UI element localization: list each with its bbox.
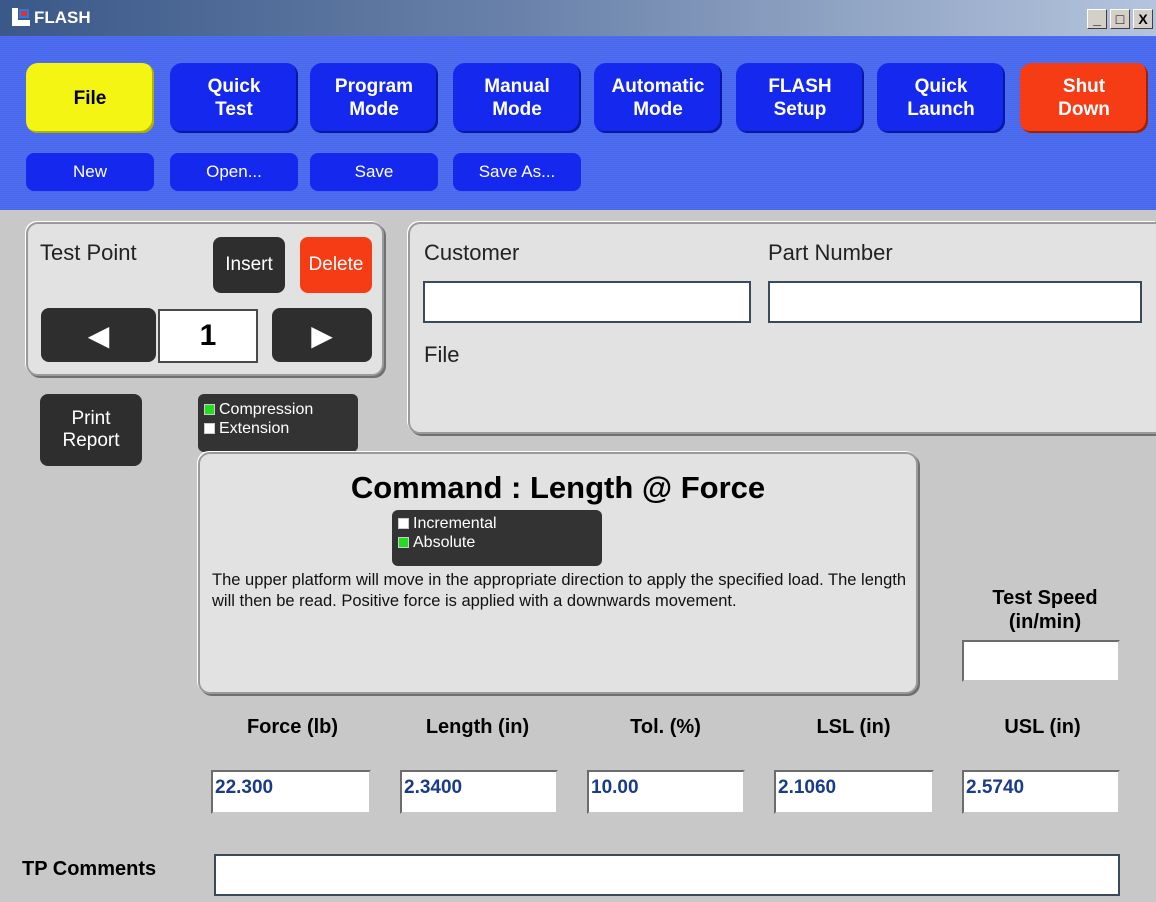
- new-button[interactable]: New: [26, 153, 154, 191]
- length-field[interactable]: 2.3400: [400, 770, 558, 814]
- compression-option[interactable]: Compression: [198, 400, 358, 419]
- lsl-field[interactable]: 2.1060: [774, 770, 934, 814]
- title-bar: FLASH _ □ X: [0, 0, 1156, 36]
- info-panel: Customer Part Number File: [408, 222, 1156, 434]
- quick-test-button[interactable]: Quick Test: [170, 63, 298, 133]
- window-title: FLASH: [34, 8, 91, 27]
- next-test-point-button[interactable]: ▶: [272, 308, 372, 362]
- tp-comments-field[interactable]: [214, 854, 1120, 896]
- force-label: Force (lb): [246, 716, 339, 738]
- incremental-option[interactable]: Incremental: [392, 514, 602, 533]
- incremental-indicator-icon: [398, 518, 409, 529]
- compression-label: Compression: [219, 400, 314, 418]
- tol-field[interactable]: 10.00: [587, 770, 745, 814]
- manual-mode-button[interactable]: Manual Mode: [453, 63, 581, 133]
- close-button[interactable]: X: [1133, 9, 1153, 29]
- test-speed-field[interactable]: [962, 640, 1120, 682]
- menu-band: File Quick Test Program Mode Manual Mode…: [0, 36, 1156, 210]
- usl-field[interactable]: 2.5740: [962, 770, 1120, 814]
- length-label: Length (in): [425, 716, 530, 738]
- incremental-label: Incremental: [413, 514, 497, 532]
- test-speed-label: Test Speed (in/min): [992, 587, 1098, 633]
- force-field[interactable]: 22.300: [211, 770, 371, 814]
- arrow-right-icon: ▶: [311, 319, 333, 351]
- arrow-left-icon: ◀: [87, 319, 110, 351]
- mode-selector[interactable]: Incremental Absolute: [392, 510, 602, 566]
- print-report-button[interactable]: Print Report: [40, 394, 142, 466]
- save-button[interactable]: Save: [310, 153, 438, 191]
- quick-launch-button[interactable]: Quick Launch: [877, 63, 1005, 133]
- extension-label: Extension: [219, 419, 290, 437]
- command-description: The upper platform will move in the appr…: [212, 571, 907, 610]
- absolute-label: Absolute: [413, 533, 476, 551]
- program-mode-button[interactable]: Program Mode: [310, 63, 438, 133]
- file-label: File: [424, 342, 460, 367]
- lsl-label: LSL (in): [816, 716, 891, 738]
- tol-label: Tol. (%): [630, 716, 701, 738]
- file-menu-button[interactable]: File: [26, 63, 154, 133]
- extension-indicator-icon: [204, 423, 215, 434]
- absolute-indicator-icon: [398, 537, 409, 548]
- delete-button[interactable]: Delete: [300, 237, 372, 293]
- command-panel: Command : Length @ Force Incremental Abs…: [198, 452, 918, 694]
- prev-test-point-button[interactable]: ◀: [41, 308, 156, 362]
- part-number-label: Part Number: [768, 240, 893, 265]
- test-point-panel: Test Point Insert Delete ◀ 1 ▶: [26, 222, 384, 376]
- save-as-button[interactable]: Save As...: [453, 153, 581, 191]
- part-number-field[interactable]: [768, 281, 1142, 323]
- flash-setup-button[interactable]: FLASH Setup: [736, 63, 864, 133]
- maximize-button[interactable]: □: [1110, 9, 1130, 29]
- automatic-mode-button[interactable]: Automatic Mode: [594, 63, 722, 133]
- command-title: Command : Length @ Force: [350, 470, 766, 505]
- open-button[interactable]: Open...: [170, 153, 298, 191]
- test-point-label: Test Point: [40, 240, 137, 265]
- customer-field[interactable]: [423, 281, 751, 323]
- compression-indicator-icon: [204, 404, 215, 415]
- extension-option[interactable]: Extension: [198, 419, 358, 438]
- absolute-option[interactable]: Absolute: [392, 533, 602, 552]
- minimize-button[interactable]: _: [1087, 9, 1107, 29]
- usl-label: USL (in): [1004, 716, 1081, 738]
- insert-button[interactable]: Insert: [213, 237, 285, 293]
- customer-label: Customer: [424, 240, 520, 265]
- tp-comments-label: TP Comments: [22, 858, 157, 880]
- test-point-number[interactable]: 1: [158, 309, 258, 363]
- app-icon: [12, 8, 30, 26]
- shut-down-button[interactable]: Shut Down: [1020, 63, 1148, 133]
- direction-selector[interactable]: Compression Extension: [198, 394, 358, 452]
